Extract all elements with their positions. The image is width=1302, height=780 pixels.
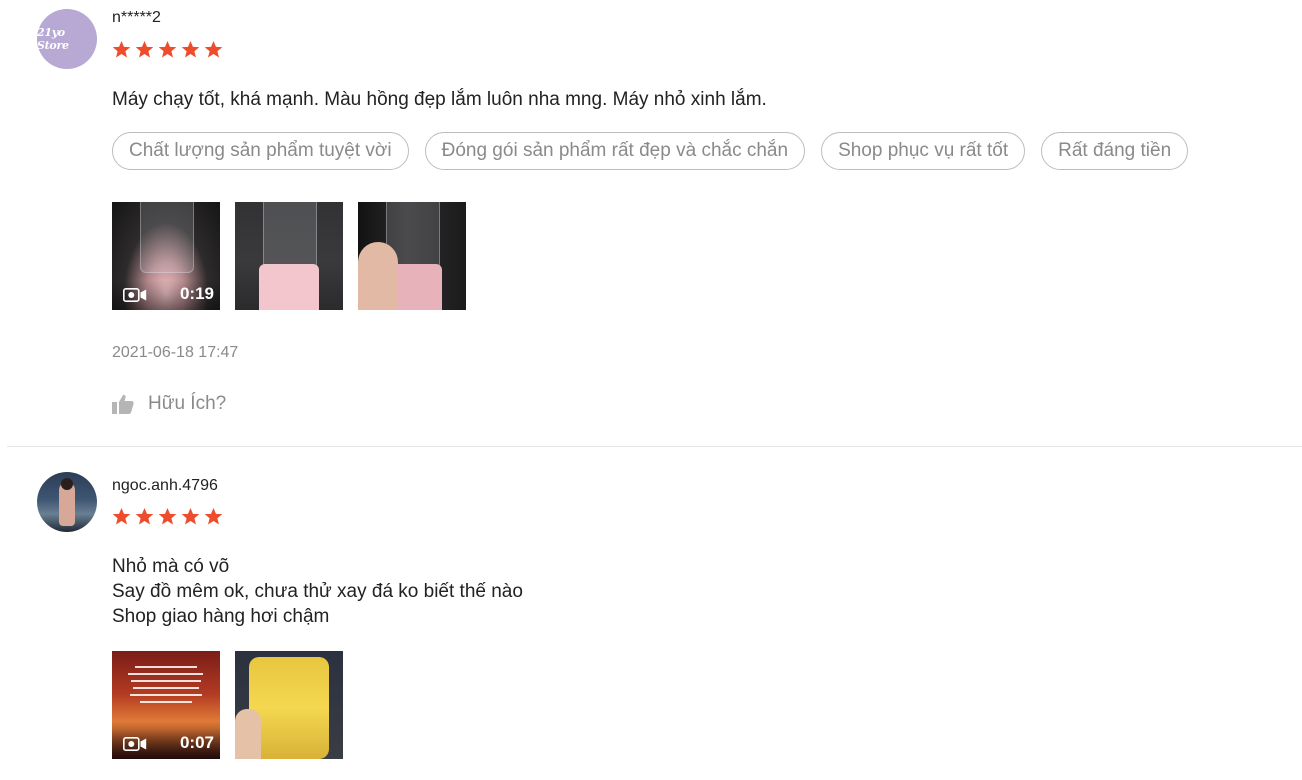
review-item: ngoc.anh.4796 Nhỏ mà có võ Say đồ mêm ok… — [0, 447, 1302, 780]
review-content-line: Máy chạy tốt, khá mạnh. Màu hồng đẹp lắm… — [112, 89, 767, 110]
review-item: 21yo Store n*****2 Máy chạy tốt, khá mạn… — [0, 0, 1302, 446]
helpful-label: Hữu Ích? — [148, 393, 227, 414]
star-icon — [204, 507, 223, 525]
review-content-line: Nhỏ mà có võ — [112, 556, 230, 577]
star-icon — [135, 40, 154, 58]
rating-stars — [112, 507, 223, 526]
user-avatar[interactable]: 21yo Store — [37, 9, 97, 69]
review-username: n*****2 — [112, 9, 161, 26]
image-thumbnail[interactable] — [235, 202, 343, 310]
video-camera-icon — [123, 737, 147, 751]
image-thumbnail[interactable] — [235, 651, 343, 759]
video-thumbnail[interactable]: 0:19 — [112, 202, 220, 310]
star-icon — [112, 507, 131, 525]
star-icon — [181, 507, 200, 525]
user-avatar[interactable] — [37, 472, 97, 532]
thumbs-up-icon — [112, 394, 134, 414]
review-media: 0:19 — [112, 202, 466, 310]
review-tag: Chất lượng sản phẩm tuyệt vời — [112, 132, 409, 170]
review-date: 2021-06-18 17:47 — [112, 344, 239, 361]
star-icon — [158, 40, 177, 58]
video-duration: 0:07 — [179, 733, 214, 752]
star-icon — [158, 507, 177, 525]
star-icon — [204, 40, 223, 58]
star-icon — [112, 40, 131, 58]
review-tags: Chất lượng sản phẩm tuyệt vời Đóng gói s… — [112, 132, 1189, 170]
review-tag: Rất đáng tiền — [1041, 132, 1189, 170]
review-tag: Đóng gói sản phẩm rất đẹp và chắc chắn — [424, 132, 806, 170]
image-thumbnail[interactable] — [358, 202, 466, 310]
star-icon — [135, 507, 154, 525]
rating-stars — [112, 40, 223, 59]
review-media: 0:07 — [112, 651, 343, 759]
video-camera-icon — [123, 288, 147, 302]
review-content: Máy chạy tốt, khá mạnh. Màu hồng đẹp lắm… — [112, 87, 767, 112]
review-content-line: Shop giao hàng hơi chậm — [112, 606, 330, 627]
video-thumbnail[interactable]: 0:07 — [112, 651, 220, 759]
review-tag: Shop phục vụ rất tốt — [821, 132, 1026, 170]
review-content-line: Say đồ mêm ok, chưa thử xay đá ko biết t… — [112, 581, 523, 602]
avatar-store-text: 21yo Store — [37, 26, 69, 52]
helpful-button[interactable]: Hữu Ích? — [112, 393, 226, 415]
review-content: Nhỏ mà có võ Say đồ mêm ok, chưa thử xay… — [112, 554, 523, 629]
review-username: ngoc.anh.4796 — [112, 477, 218, 494]
star-icon — [181, 40, 200, 58]
video-duration: 0:19 — [179, 284, 214, 303]
